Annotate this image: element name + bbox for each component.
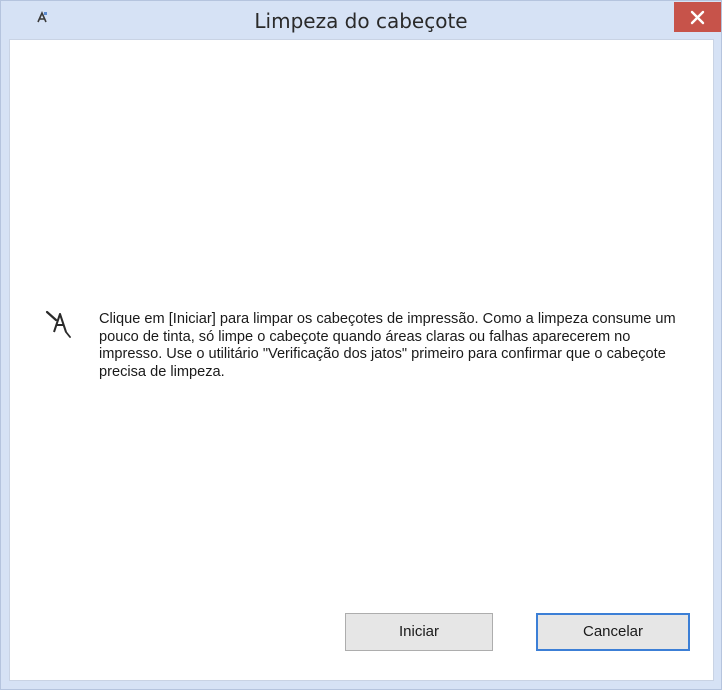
start-button[interactable]: Iniciar bbox=[345, 613, 493, 651]
print-head-cleaning-icon bbox=[45, 310, 71, 338]
instruction-text: Clique em [Iniciar] para limpar os cabeç… bbox=[99, 311, 676, 380]
window-title: Limpeza do cabeçote bbox=[254, 9, 468, 33]
dialog-window: Limpeza do cabeçote Clique em [Iniciar] … bbox=[0, 0, 722, 690]
close-button[interactable] bbox=[674, 2, 721, 32]
close-icon bbox=[690, 10, 705, 25]
dialog-body: Clique em [Iniciar] para limpar os cabeç… bbox=[9, 39, 714, 681]
title-bar[interactable]: Limpeza do cabeçote bbox=[1, 1, 721, 39]
cancel-button[interactable]: Cancelar bbox=[536, 613, 690, 651]
